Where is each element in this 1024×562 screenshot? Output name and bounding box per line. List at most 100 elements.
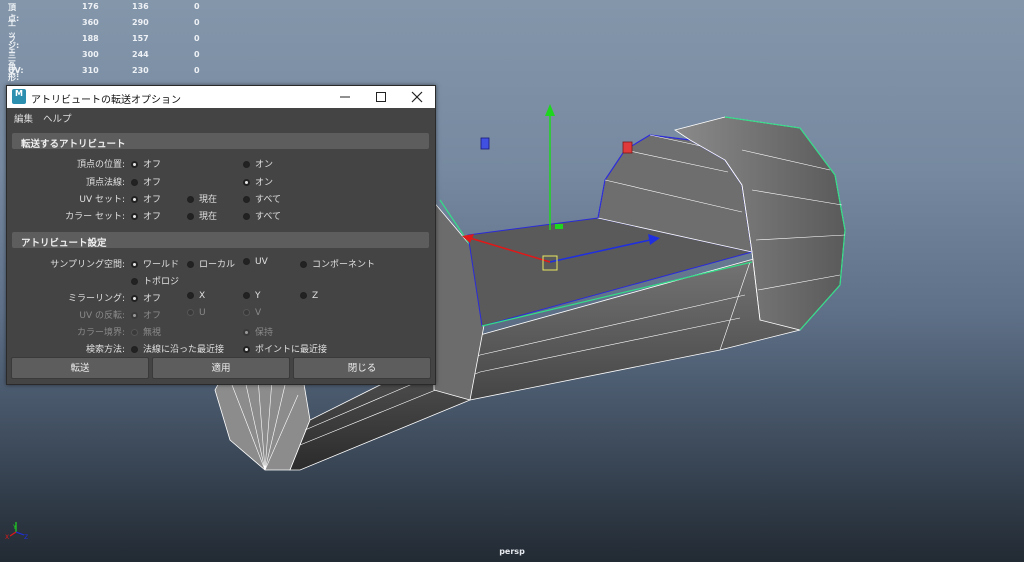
label-vertex-position: 頂点の位置: (76, 160, 125, 170)
dialog-title: アトリビュートの転送オプション (31, 95, 181, 106)
section-transfer-attributes[interactable]: 転送するアトリビュート (12, 133, 429, 150)
hud-value: 300 (82, 50, 99, 59)
radio-mirror-y[interactable]: Y (243, 291, 261, 301)
hud-value: 0 (194, 50, 200, 59)
option-label: すべて (255, 212, 282, 222)
radio-flip-v[interactable]: V (243, 308, 261, 318)
option-label: X (199, 291, 206, 301)
radio-icon (131, 179, 138, 186)
section-title: 転送するアトリビュート (21, 139, 126, 150)
radio-icon (131, 261, 138, 268)
radio-icon (243, 309, 250, 316)
radio-icon (131, 196, 138, 203)
radio-uv-sets-all[interactable]: すべて (243, 192, 281, 205)
close-button[interactable]: 閉じる (293, 357, 431, 379)
radio-color-borders-preserve[interactable]: 保持 (243, 325, 273, 338)
radio-mirror-z[interactable]: Z (300, 291, 318, 301)
radio-search-closest-along-normal[interactable]: 法線に沿った最近接 (131, 342, 224, 355)
label-mirroring: ミラーリング: (67, 294, 125, 304)
axis-x-label: X (5, 534, 9, 541)
option-label: すべて (255, 195, 282, 205)
axis-z-label: Z (24, 534, 28, 541)
hud-value: 244 (132, 50, 149, 59)
option-label: 法線に沿った最近接 (143, 345, 225, 355)
label-color-sets: カラー セット: (65, 212, 125, 222)
hud-value: 0 (194, 34, 200, 43)
radio-sample-component[interactable]: コンポーネント (300, 257, 375, 270)
radio-icon (131, 213, 138, 220)
radio-sample-world[interactable]: ワールド (131, 257, 179, 270)
hud-value: 0 (194, 66, 200, 75)
hud-value: 360 (82, 18, 99, 27)
radio-icon (187, 213, 194, 220)
menu-edit[interactable]: 編集 (14, 111, 33, 125)
option-label: Z (312, 291, 319, 301)
option-label: コンポーネント (312, 260, 376, 270)
radio-vertex-position-off[interactable]: オフ (131, 157, 161, 170)
radio-icon (243, 161, 250, 168)
hud-value: 290 (132, 18, 149, 27)
hud-label: UV: (8, 66, 24, 75)
radio-icon (243, 258, 250, 265)
option-label: V (255, 308, 262, 318)
radio-sample-topology[interactable]: トポロジ (131, 274, 179, 287)
radio-sample-uv[interactable]: UV (243, 257, 268, 267)
label-vertex-normal: 頂点法線: (85, 178, 125, 188)
radio-color-borders-ignore[interactable]: 無視 (131, 325, 161, 338)
hud-value: 230 (132, 66, 149, 75)
option-label: オン (255, 160, 274, 170)
radio-icon (243, 179, 250, 186)
radio-color-sets-off[interactable]: オフ (131, 209, 161, 222)
radio-mirror-off[interactable]: オフ (131, 291, 161, 304)
hud-value: 310 (82, 66, 99, 75)
option-label: オフ (143, 195, 162, 205)
option-label: U (199, 308, 206, 318)
radio-uv-sets-current[interactable]: 現在 (187, 192, 217, 205)
radio-icon (300, 292, 307, 299)
radio-color-sets-all[interactable]: すべて (243, 209, 281, 222)
radio-flip-u[interactable]: U (187, 308, 206, 318)
radio-search-closest-to-point[interactable]: ポイントに最近接 (243, 342, 327, 355)
option-label: ワールド (143, 260, 180, 270)
option-label: ポイントに最近接 (255, 345, 328, 355)
transfer-button[interactable]: 転送 (11, 357, 149, 379)
label-search-method: 検索方法: (85, 345, 125, 355)
dialog-menubar: 編集 ヘルプ (7, 108, 435, 125)
option-label: 現在 (199, 212, 218, 222)
radio-icon (131, 278, 138, 285)
radio-mirror-x[interactable]: X (187, 291, 205, 301)
section-title: アトリビュート設定 (21, 238, 107, 249)
radio-vertex-normal-on[interactable]: オン (243, 175, 273, 188)
radio-icon (187, 292, 194, 299)
radio-icon (187, 261, 194, 268)
option-label: 現在 (199, 195, 218, 205)
dialog-button-bar: 転送 適用 閉じる (7, 355, 435, 384)
option-label: トポロジ (143, 277, 180, 287)
hud-value: 0 (194, 2, 200, 11)
radio-uv-sets-off[interactable]: オフ (131, 192, 161, 205)
label-sample-space: サンプリング空間: (50, 260, 125, 270)
radio-icon (243, 292, 250, 299)
radio-flip-off[interactable]: オフ (131, 308, 161, 321)
radio-vertex-normal-off[interactable]: オフ (131, 175, 161, 188)
minimize-button[interactable] (327, 86, 363, 108)
radio-vertex-position-on[interactable]: オン (243, 157, 273, 170)
dialog-titlebar[interactable]: M アトリビュートの転送オプション (7, 86, 435, 108)
menu-help[interactable]: ヘルプ (43, 111, 72, 125)
close-window-button[interactable] (399, 86, 435, 108)
close-icon (411, 91, 423, 103)
radio-icon (243, 346, 250, 353)
transfer-attributes-dialog: M アトリビュートの転送オプション 編集 ヘルプ 転送するアトリビュート 頂点の… (6, 85, 436, 385)
option-label: UV (255, 257, 268, 267)
hud-value: 136 (132, 2, 149, 11)
label-uv-sets: UV セット: (79, 195, 125, 205)
maximize-button[interactable] (363, 86, 399, 108)
hud-value: 176 (82, 2, 99, 11)
label-color-borders: カラー境界: (76, 328, 125, 338)
option-label: 保持 (255, 328, 274, 338)
section-attribute-settings[interactable]: アトリビュート設定 (12, 232, 429, 249)
axis-y-label: Y (12, 524, 17, 531)
apply-button[interactable]: 適用 (152, 357, 290, 379)
radio-color-sets-current[interactable]: 現在 (187, 209, 217, 222)
radio-sample-local[interactable]: ローカル (187, 257, 235, 270)
